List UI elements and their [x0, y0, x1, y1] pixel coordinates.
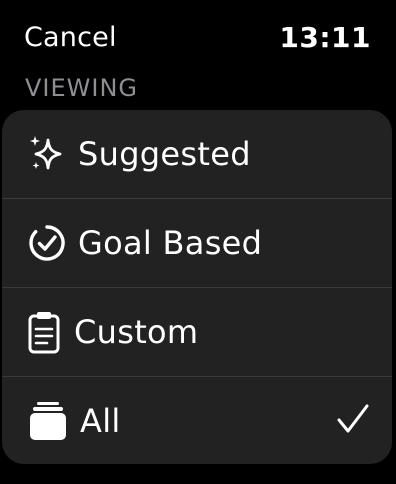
cancel-button[interactable]: Cancel [24, 22, 117, 53]
goal-circle-check-icon [28, 224, 66, 262]
option-suggested[interactable]: Suggested [2, 110, 392, 198]
option-custom[interactable]: Custom [2, 288, 392, 376]
status-bar: Cancel 13:11 [0, 0, 396, 70]
option-label: Suggested [78, 135, 251, 173]
stack-icon [28, 400, 68, 442]
sparkles-icon [28, 134, 64, 174]
clipboard-icon [27, 310, 61, 354]
viewing-options-list: Suggested Goal Based Custom All [2, 110, 392, 464]
option-all[interactable]: All [2, 377, 392, 464]
option-label: Goal Based [78, 224, 263, 262]
option-goal-based[interactable]: Goal Based [2, 199, 392, 287]
clock-time: 13:11 [279, 21, 371, 54]
option-label: Custom [74, 313, 199, 351]
option-label: All [80, 402, 121, 440]
checkmark-icon [336, 403, 370, 439]
section-header: VIEWING [25, 74, 139, 102]
